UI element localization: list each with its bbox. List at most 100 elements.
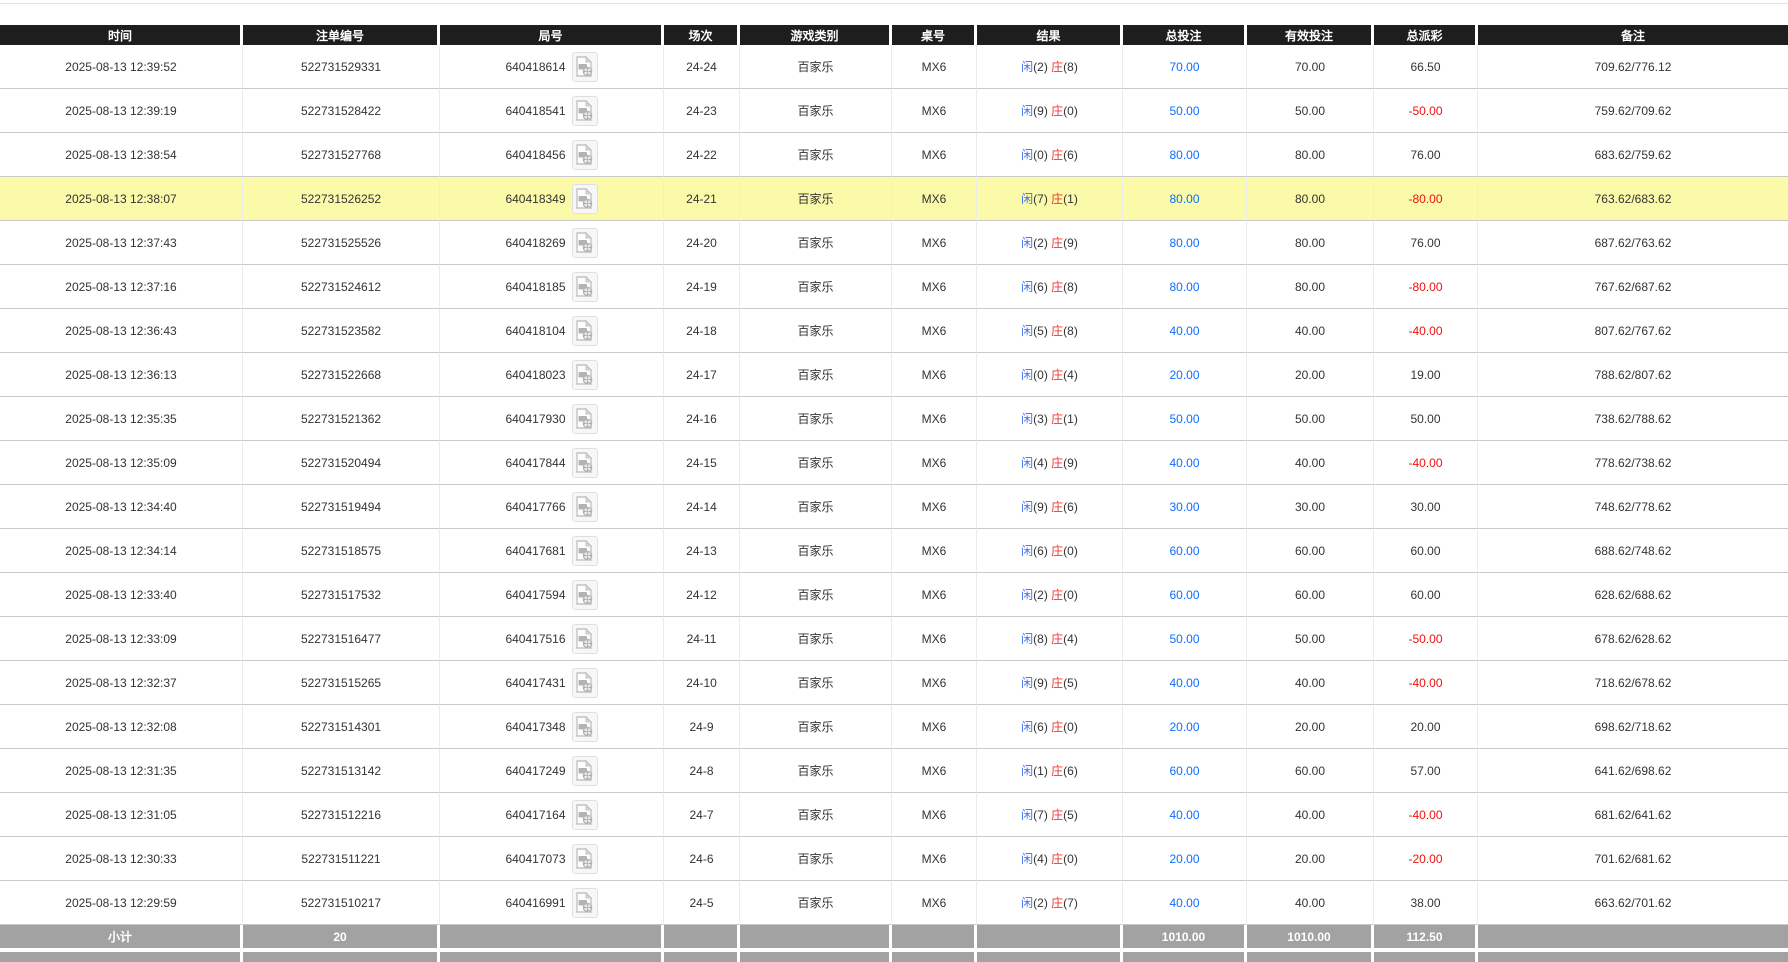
- cell-total-bet[interactable]: 60.00: [1123, 749, 1247, 793]
- cell-table-no: MX6: [892, 177, 977, 221]
- table-row[interactable]: 2025-08-13 12:36:13 522731522668 6404180…: [0, 353, 1788, 397]
- table-row[interactable]: 2025-08-13 12:38:07 522731526252 6404183…: [0, 177, 1788, 221]
- player-score: (0): [1033, 368, 1051, 382]
- round-number: 640417844: [505, 456, 565, 470]
- cell-total-bet[interactable]: 60.00: [1123, 573, 1247, 617]
- video-replay-button[interactable]: [572, 800, 598, 830]
- banker-result-label: 庄: [1051, 368, 1063, 382]
- video-replay-button[interactable]: [572, 844, 598, 874]
- banker-result-label: 庄: [1051, 676, 1063, 690]
- table-row[interactable]: 2025-08-13 12:33:40 522731517532 6404175…: [0, 573, 1788, 617]
- cell-bet-id: 522731521362: [243, 397, 440, 441]
- cell-payout: 38.00: [1374, 881, 1478, 925]
- cell-table-no: MX6: [892, 661, 977, 705]
- banker-score: (5): [1063, 676, 1078, 690]
- cell-total-bet[interactable]: 20.00: [1123, 837, 1247, 881]
- cell-game-type: 百家乐: [740, 353, 892, 397]
- player-score: (2): [1033, 236, 1051, 250]
- cell-total-bet[interactable]: 80.00: [1123, 265, 1247, 309]
- cell-game-type: 百家乐: [740, 485, 892, 529]
- table-row[interactable]: 2025-08-13 12:32:37 522731515265 6404174…: [0, 661, 1788, 705]
- video-replay-button[interactable]: [572, 624, 598, 654]
- video-replay-button[interactable]: [572, 316, 598, 346]
- table-row[interactable]: 2025-08-13 12:31:35 522731513142 6404172…: [0, 749, 1788, 793]
- table-row[interactable]: 2025-08-13 12:37:16 522731524612 6404181…: [0, 265, 1788, 309]
- table-row[interactable]: 2025-08-13 12:35:09 522731520494 6404178…: [0, 441, 1788, 485]
- table-row[interactable]: 2025-08-13 12:31:05 522731512216 6404171…: [0, 793, 1788, 837]
- cell-bet-id: 522731512216: [243, 793, 440, 837]
- cell-total-bet[interactable]: 40.00: [1123, 309, 1247, 353]
- cell-total-bet[interactable]: 40.00: [1123, 441, 1247, 485]
- video-replay-button[interactable]: [572, 888, 598, 918]
- table-row[interactable]: 2025-08-13 12:29:59 522731510217 6404169…: [0, 881, 1788, 925]
- cell-total-bet[interactable]: 80.00: [1123, 177, 1247, 221]
- video-replay-button[interactable]: [572, 360, 598, 390]
- table-row[interactable]: 2025-08-13 12:39:52 522731529331 6404186…: [0, 45, 1788, 89]
- cell-total-bet[interactable]: 50.00: [1123, 617, 1247, 661]
- cell-valid-bet: 80.00: [1247, 177, 1374, 221]
- video-replay-button[interactable]: [572, 756, 598, 786]
- cell-total-bet[interactable]: 40.00: [1123, 661, 1247, 705]
- video-replay-button[interactable]: [572, 228, 598, 258]
- table-row[interactable]: 2025-08-13 12:34:40 522731519494 6404177…: [0, 485, 1788, 529]
- cell-total-bet[interactable]: 80.00: [1123, 133, 1247, 177]
- cell-total-bet[interactable]: 50.00: [1123, 397, 1247, 441]
- banker-score: (0): [1063, 544, 1078, 558]
- player-score: (9): [1033, 500, 1051, 514]
- table-row[interactable]: 2025-08-13 12:30:33 522731511221 6404170…: [0, 837, 1788, 881]
- cell-total-bet[interactable]: 30.00: [1123, 485, 1247, 529]
- banker-result-label: 庄: [1051, 192, 1063, 206]
- video-replay-button[interactable]: [572, 712, 598, 742]
- table-row[interactable]: 2025-08-13 12:35:35 522731521362 6404179…: [0, 397, 1788, 441]
- cell-total-bet[interactable]: 40.00: [1123, 881, 1247, 925]
- cell-session: 24-5: [664, 881, 740, 925]
- video-replay-button[interactable]: [572, 580, 598, 610]
- video-replay-button[interactable]: [572, 492, 598, 522]
- cell-total-bet[interactable]: 20.00: [1123, 353, 1247, 397]
- cell-time: 2025-08-13 12:36:43: [0, 309, 243, 353]
- round-number: 640417348: [505, 720, 565, 734]
- col-header-session: 场次: [664, 25, 740, 45]
- cell-table-no: MX6: [892, 749, 977, 793]
- table-row[interactable]: 2025-08-13 12:32:08 522731514301 6404173…: [0, 705, 1788, 749]
- cell-session: 24-17: [664, 353, 740, 397]
- cell-session: 24-9: [664, 705, 740, 749]
- video-replay-button[interactable]: [572, 448, 598, 478]
- table-row[interactable]: 2025-08-13 12:38:54 522731527768 6404184…: [0, 133, 1788, 177]
- cell-total-bet[interactable]: 50.00: [1123, 89, 1247, 133]
- cell-total-bet[interactable]: 40.00: [1123, 793, 1247, 837]
- cell-time: 2025-08-13 12:32:08: [0, 705, 243, 749]
- video-replay-button[interactable]: [572, 668, 598, 698]
- cell-total-bet[interactable]: 60.00: [1123, 529, 1247, 573]
- round-number: 640418185: [505, 280, 565, 294]
- subtotal-total-bet: 1010.00: [1123, 925, 1247, 948]
- video-replay-button[interactable]: [572, 272, 598, 302]
- player-result-label: 闲: [1021, 236, 1033, 250]
- table-row[interactable]: 2025-08-13 12:36:43 522731523582 6404181…: [0, 309, 1788, 353]
- video-replay-button[interactable]: [572, 52, 598, 82]
- video-replay-button[interactable]: [572, 404, 598, 434]
- cell-remark: 738.62/788.62: [1478, 397, 1788, 441]
- cell-remark: 687.62/763.62: [1478, 221, 1788, 265]
- cell-bet-id: 522731513142: [243, 749, 440, 793]
- cell-round-id: 640418456: [440, 133, 664, 177]
- cell-result: 闲(0) 庄(4): [977, 353, 1123, 397]
- cell-session: 24-12: [664, 573, 740, 617]
- table-row[interactable]: 2025-08-13 12:34:14 522731518575 6404176…: [0, 529, 1788, 573]
- video-replay-button[interactable]: [572, 140, 598, 170]
- cell-session: 24-14: [664, 485, 740, 529]
- table-row[interactable]: 2025-08-13 12:33:09 522731516477 6404175…: [0, 617, 1788, 661]
- video-replay-button[interactable]: [572, 96, 598, 126]
- player-result-label: 闲: [1021, 280, 1033, 294]
- cell-result: 闲(0) 庄(6): [977, 133, 1123, 177]
- cell-total-bet[interactable]: 20.00: [1123, 705, 1247, 749]
- video-replay-button[interactable]: [572, 184, 598, 214]
- cell-total-bet[interactable]: 80.00: [1123, 221, 1247, 265]
- banker-score: (0): [1063, 720, 1078, 734]
- table-row[interactable]: 2025-08-13 12:39:19 522731528422 6404185…: [0, 89, 1788, 133]
- table-row[interactable]: 2025-08-13 12:37:43 522731525526 6404182…: [0, 221, 1788, 265]
- cell-total-bet[interactable]: 70.00: [1123, 45, 1247, 89]
- cell-payout: 19.00: [1374, 353, 1478, 397]
- player-score: (0): [1033, 148, 1051, 162]
- video-replay-button[interactable]: [572, 536, 598, 566]
